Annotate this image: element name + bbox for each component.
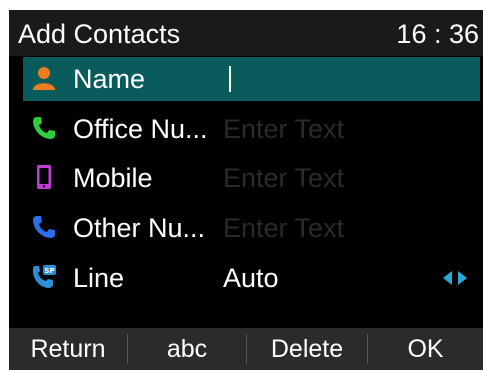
return-softkey[interactable]: Return — [9, 328, 127, 370]
field-other-number[interactable]: Other Nu... Enter Text — [23, 206, 480, 250]
field-line[interactable]: SP Line Auto — [23, 256, 480, 300]
office-phone-icon — [33, 117, 55, 139]
ok-softkey[interactable]: OK — [368, 328, 483, 370]
other-phone-icon — [33, 216, 55, 238]
softkey-bar: Return abc Delete OK — [9, 328, 483, 370]
delete-softkey[interactable]: Delete — [247, 328, 367, 370]
other-number-input[interactable]: Enter Text — [223, 212, 344, 244]
field-label: Name — [73, 64, 146, 94]
field-name[interactable]: Name — [23, 57, 480, 101]
svg-text:SP: SP — [44, 267, 54, 275]
page-title: Add Contacts — [18, 19, 181, 49]
field-label: Other Nu... — [73, 213, 206, 243]
field-label: Office Nu... — [73, 114, 208, 144]
mobile-phone-icon — [37, 165, 51, 189]
field-label: Line — [73, 263, 125, 293]
person-icon — [33, 67, 55, 90]
left-right-arrows-icon[interactable] — [442, 269, 468, 287]
field-office-number[interactable]: Office Nu... Enter Text — [23, 107, 480, 151]
sip-line-icon: SP — [33, 265, 56, 288]
field-label: Mobile — [73, 163, 153, 193]
clock: 16 : 36 — [396, 19, 479, 49]
text-cursor — [229, 66, 231, 92]
mobile-input[interactable]: Enter Text — [223, 162, 344, 194]
title-bar: Add Contacts 16 : 36 — [9, 10, 483, 56]
field-mobile[interactable]: Mobile Enter Text — [23, 156, 480, 200]
line-value[interactable]: Auto — [223, 262, 279, 294]
office-number-input[interactable]: Enter Text — [223, 113, 344, 145]
abc-softkey[interactable]: abc — [128, 328, 246, 370]
phone-screen: Add Contacts 16 : 36 Name Office Nu... E… — [9, 10, 483, 370]
